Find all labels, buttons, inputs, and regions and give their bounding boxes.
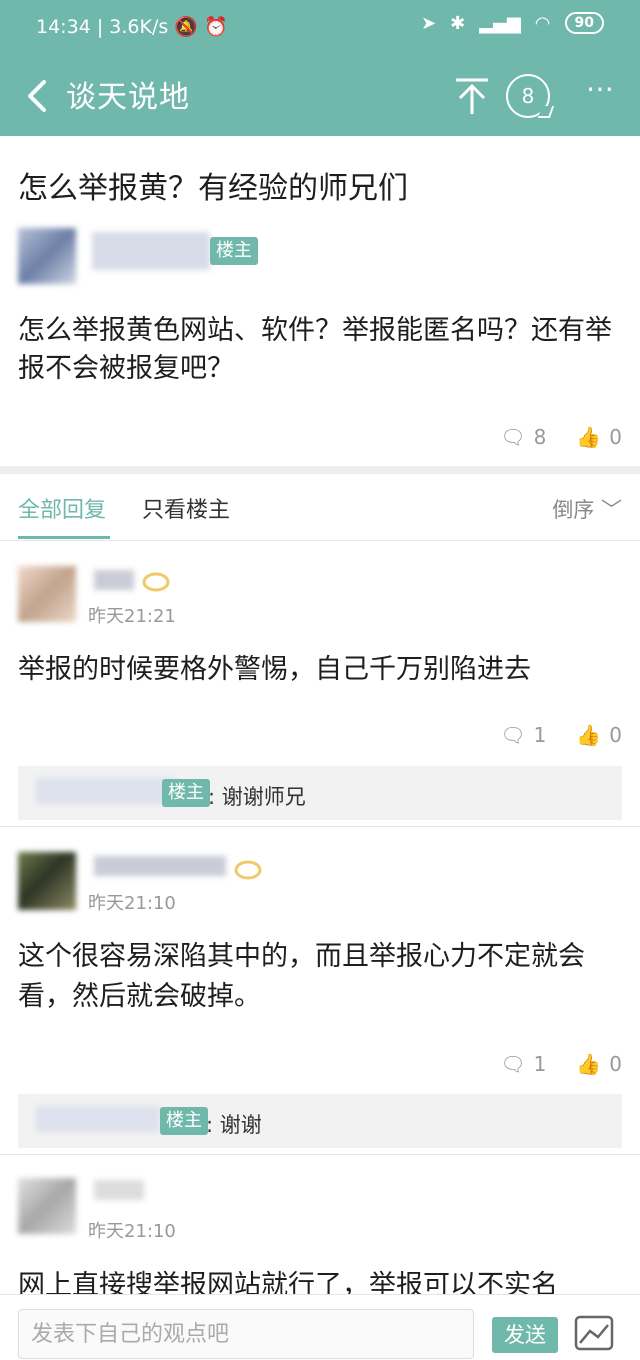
reply-comment-count: 1 [533,1052,547,1076]
more-icon[interactable]: ⋯ [586,72,614,105]
reply-text: 网上直接搜举报网站就行了，举报可以不实名 [18,1270,558,1294]
reply-stats: 🗨 1 👍 0 [500,723,622,747]
reply-comment-button[interactable]: 🗨 1 [500,723,546,747]
alarm-icon: ⏰ [204,16,228,38]
status-left: 14:34 | 3.6K/s 🔕 ⏰ [36,15,228,38]
reply-text: 这个很容易深陷其中的，而且举报心力不定就会看，然后就会破掉。 [18,941,585,1012]
sub-reply[interactable]: 楼主 : 谢谢 [18,1094,622,1148]
sort-dropdown[interactable]: 倒序 ﹀ [552,494,622,524]
post-like-button[interactable]: 👍 0 [576,425,622,449]
mute-icon: 🔕 [174,16,198,38]
reply-like-button[interactable]: 👍 0 [576,723,622,747]
sub-reply[interactable]: 楼主 : 谢谢师兄 [18,766,622,820]
post-title: 怎么举报黄？有经验的师兄们 [18,171,408,206]
avatar[interactable] [18,566,76,622]
thumbs-up-icon: 👍 [576,425,602,449]
sub-reply-text: : 谢谢师兄 [208,785,306,809]
author-tag: 楼主 [162,779,210,807]
chevron-down-icon: ﹀ [601,498,622,522]
reply-time: 昨天21:10 [88,1221,176,1242]
tab-all-replies[interactable]: 全部回复 [18,492,106,524]
comment-icon: 🗨 [500,1052,526,1076]
reply-stats: 🗨 1 👍 0 [500,1052,622,1076]
post-comment-count: 8 [533,425,547,449]
comment-icon: 🗨 [500,425,526,449]
sub-reply-content: 谢谢 [219,1113,262,1137]
thumbs-up-icon: 👍 [576,1052,602,1076]
title-bar: 谈天说地 8 ⋯ [0,56,640,136]
status-speed: 3.6K/s [109,16,169,38]
badge-icon [234,860,262,880]
tab-indicator [18,536,110,539]
author-tag: 楼主 [160,1107,208,1135]
compose-bar: 发表下自己的观点吧 发送 [0,1294,640,1359]
reply-time: 昨天21:21 [88,606,176,627]
badge-icon [142,572,170,592]
comment-count-button[interactable]: 8 [506,74,550,118]
sub-reply-text: : 谢谢 [206,1113,262,1137]
author-tag: 楼主 [210,237,258,265]
status-separator: | [96,16,110,38]
tab-owner-only[interactable]: 只看楼主 [142,492,230,524]
tabs-divider [0,540,640,541]
battery-icon: 90 [564,12,604,34]
post-stats: 🗨 8 👍 0 [500,425,622,449]
section-divider [0,466,640,474]
sub-reply-author[interactable] [36,778,176,804]
reply-like-count: 0 [609,723,622,747]
bluetooth-icon: ✱ [450,12,466,34]
back-icon[interactable] [20,74,56,118]
post-comment-button[interactable]: 🗨 8 [500,425,546,449]
post-body: 怎么举报黄色网站、软件？举报能匿名吗？还有举报不会被报复吧？ [18,315,612,384]
reply-text: 举报的时候要格外警惕，自己千万别陷进去 [18,654,531,685]
back-to-top-icon[interactable] [452,72,492,118]
location-icon: ➤ [421,12,437,34]
reply-divider [0,826,640,827]
comment-icon: 🗨 [500,723,526,747]
status-bar: 14:34 | 3.6K/s 🔕 ⏰ ➤ ✱ ▂▄▆ ◠ 90 [0,0,640,56]
reply-comment-count: 1 [533,723,547,747]
reply-comment-button[interactable]: 🗨 1 [500,1052,546,1076]
page-title: 谈天说地 [66,80,190,115]
reply-divider [0,1154,640,1155]
avatar[interactable] [18,228,76,284]
reply-author-name[interactable] [94,1180,144,1200]
avatar[interactable] [18,852,76,910]
avatar[interactable] [18,1178,76,1234]
sub-reply-content: 谢谢师兄 [221,785,306,809]
wifi-icon: ◠ [534,12,551,34]
signal-icon: ▂▄▆ [479,12,521,34]
sort-label: 倒序 [552,498,595,522]
reply-author-name[interactable] [94,856,226,876]
post-like-count: 0 [609,425,622,449]
reply-author-name[interactable] [94,570,134,590]
image-icon[interactable] [574,1315,614,1351]
reply-like-button[interactable]: 👍 0 [576,1052,622,1076]
sub-reply-author[interactable] [36,1106,160,1132]
status-right: ➤ ✱ ▂▄▆ ◠ 90 [421,12,604,34]
reply-like-count: 0 [609,1052,622,1076]
reply-time: 昨天21:10 [88,893,176,914]
send-button[interactable]: 发送 [492,1317,558,1353]
thumbs-up-icon: 👍 [576,723,602,747]
post-author-name[interactable] [92,232,210,270]
status-time: 14:34 [36,16,91,38]
